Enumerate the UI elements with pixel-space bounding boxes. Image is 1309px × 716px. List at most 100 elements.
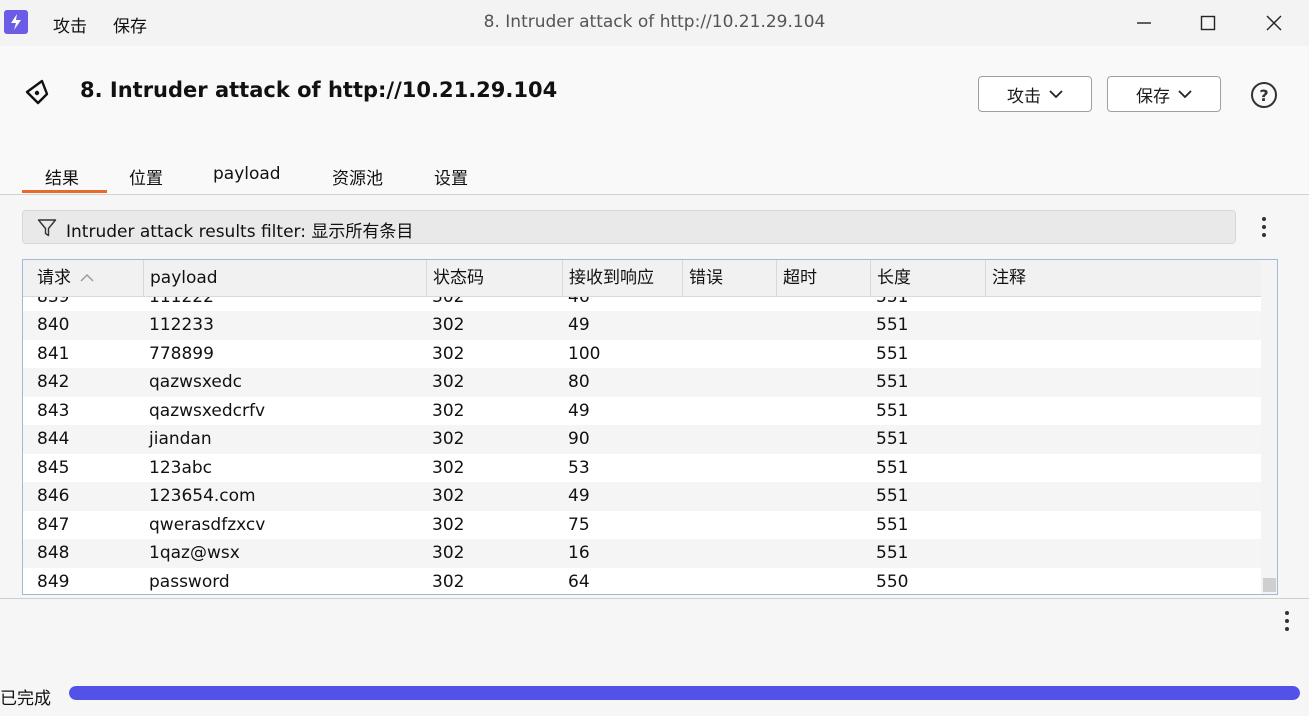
- column-header-error[interactable]: 错误: [682, 260, 776, 297]
- table-cell: 1qaz@wsx: [149, 543, 240, 563]
- table-cell: 90: [568, 429, 590, 449]
- column-header-length[interactable]: 长度: [870, 260, 985, 297]
- table-cell: 302: [432, 372, 465, 392]
- sort-ascending-icon: [80, 274, 94, 282]
- table-row[interactable]: 839 111222 302 46 551: [23, 297, 1261, 312]
- attack-dropdown-button[interactable]: 攻击: [978, 76, 1092, 112]
- column-header-timeout[interactable]: 超时: [776, 260, 870, 297]
- window-title: 8. Intruder attack of http://10.21.29.10…: [483, 12, 826, 32]
- table-row[interactable]: 848 1qaz@wsx 302 16 551: [23, 539, 1261, 568]
- progress-bar-fill: [69, 686, 1300, 700]
- attack-button-label: 攻击: [1007, 86, 1041, 107]
- filter-icon: [37, 219, 57, 237]
- table-cell: 551: [876, 514, 909, 535]
- table-cell: qazwsxedc: [149, 372, 243, 392]
- table-cell: 302: [432, 343, 465, 364]
- panel-divider: [0, 598, 1309, 599]
- filter-more-options-icon[interactable]: [1254, 214, 1274, 240]
- column-header-request[interactable]: 请求: [23, 260, 143, 297]
- more-options-icon[interactable]: [1277, 608, 1297, 634]
- table-cell: 551: [876, 315, 909, 335]
- filter-text: Intruder attack results filter: 显示所有条目: [66, 222, 414, 242]
- column-header-label: payload: [150, 268, 218, 288]
- table-row[interactable]: 840 112233 302 49 551: [23, 311, 1261, 340]
- column-header-label: 请求: [37, 268, 71, 288]
- chevron-down-icon: [1049, 90, 1063, 99]
- table-cell: 16: [568, 543, 590, 563]
- table-cell: 302: [432, 514, 465, 535]
- table-cell: 302: [432, 297, 465, 307]
- table-cell: 551: [876, 400, 909, 421]
- table-cell: 550: [876, 571, 909, 592]
- table-cell: 49: [568, 486, 590, 506]
- save-button-label: 保存: [1136, 86, 1170, 107]
- table-cell: 848: [37, 543, 70, 563]
- table-cell: 302: [432, 571, 465, 592]
- table-cell: 842: [37, 372, 70, 392]
- column-header-comment[interactable]: 注释: [985, 260, 1261, 297]
- table-cell: 847: [37, 514, 70, 535]
- tab-settings[interactable]: 设置: [434, 164, 468, 189]
- progress-bar: [69, 686, 1300, 700]
- menu-attack[interactable]: 攻击: [53, 12, 87, 37]
- table-cell: 111222: [149, 297, 214, 307]
- table-cell: 123654.com: [149, 486, 256, 506]
- page-title: 8. Intruder attack of http://10.21.29.10…: [80, 78, 558, 102]
- table-cell: 53: [568, 457, 590, 478]
- column-header-label: 注释: [992, 268, 1026, 288]
- table-cell: qwerasdfzxcv: [149, 514, 266, 535]
- table-cell: 551: [876, 543, 909, 563]
- column-header-payload[interactable]: payload: [143, 260, 426, 297]
- table-cell: 778899: [149, 343, 214, 364]
- table-cell: 64: [568, 571, 590, 592]
- table-cell: 49: [568, 400, 590, 421]
- minimize-button[interactable]: [1124, 8, 1164, 38]
- table-row[interactable]: 842 qazwsxedc 302 80 551: [23, 368, 1261, 397]
- table-cell: jiandan: [149, 429, 212, 449]
- table-row[interactable]: 844 jiandan 302 90 551: [23, 425, 1261, 454]
- maximize-icon: [1200, 15, 1216, 31]
- column-header-response-received[interactable]: 接收到响应: [562, 260, 682, 297]
- table-row[interactable]: 847 qwerasdfzxcv 302 75 551: [23, 510, 1261, 539]
- table-row[interactable]: 845 123abc 302 53 551: [23, 453, 1261, 482]
- table-cell: 112233: [149, 315, 214, 335]
- table-cell: 302: [432, 400, 465, 421]
- table-cell: 840: [37, 315, 70, 335]
- results-filter-bar[interactable]: Intruder attack results filter: 显示所有条目: [22, 210, 1236, 244]
- close-button[interactable]: [1254, 8, 1294, 38]
- tab-results[interactable]: 结果: [45, 164, 79, 189]
- table-cell: qazwsxedcrfv: [149, 400, 266, 421]
- table-cell: 845: [37, 457, 70, 478]
- column-header-label: 状态码: [433, 268, 484, 288]
- minimize-icon: [1137, 22, 1151, 24]
- scrollbar-thumb[interactable]: [1263, 578, 1276, 592]
- tab-resource-pool[interactable]: 资源池: [332, 164, 383, 189]
- table-body: 839 111222 302 46 551 840 112233 302 49 551 841 778…: [23, 297, 1261, 594]
- table-cell: 551: [876, 457, 909, 478]
- table-row[interactable]: 846 123654.com 302 49 551: [23, 482, 1261, 511]
- table-cell: 302: [432, 315, 465, 335]
- save-dropdown-button[interactable]: 保存: [1107, 76, 1221, 112]
- table-row[interactable]: 841 778899 302 100 551: [23, 339, 1261, 368]
- table-cell: 844: [37, 429, 70, 449]
- table-cell: 551: [876, 429, 909, 449]
- table-cell: 839: [37, 297, 70, 307]
- vertical-scrollbar[interactable]: [1261, 260, 1277, 594]
- column-header-label: 超时: [783, 268, 817, 288]
- intruder-target-icon: [25, 79, 49, 105]
- active-tab-indicator: [22, 190, 107, 193]
- title-bar: 攻击 保存 8. Intruder attack of http://10.21…: [0, 0, 1309, 46]
- maximize-button[interactable]: [1188, 8, 1228, 38]
- table-cell: 123abc: [149, 457, 213, 478]
- status-text: 已完成: [0, 689, 51, 709]
- tab-positions[interactable]: 位置: [129, 164, 163, 189]
- help-icon[interactable]: ?: [1251, 82, 1277, 108]
- menu-save[interactable]: 保存: [113, 12, 147, 37]
- tabs-divider: [0, 194, 1309, 195]
- table-cell: password: [149, 571, 230, 592]
- table-row[interactable]: 843 qazwsxedcrfv 302 49 551: [23, 396, 1261, 425]
- table-cell: 551: [876, 372, 909, 392]
- column-header-status[interactable]: 状态码: [426, 260, 562, 297]
- table-row[interactable]: 849 password 302 64 550: [23, 567, 1261, 594]
- tab-payload[interactable]: payload: [213, 164, 281, 184]
